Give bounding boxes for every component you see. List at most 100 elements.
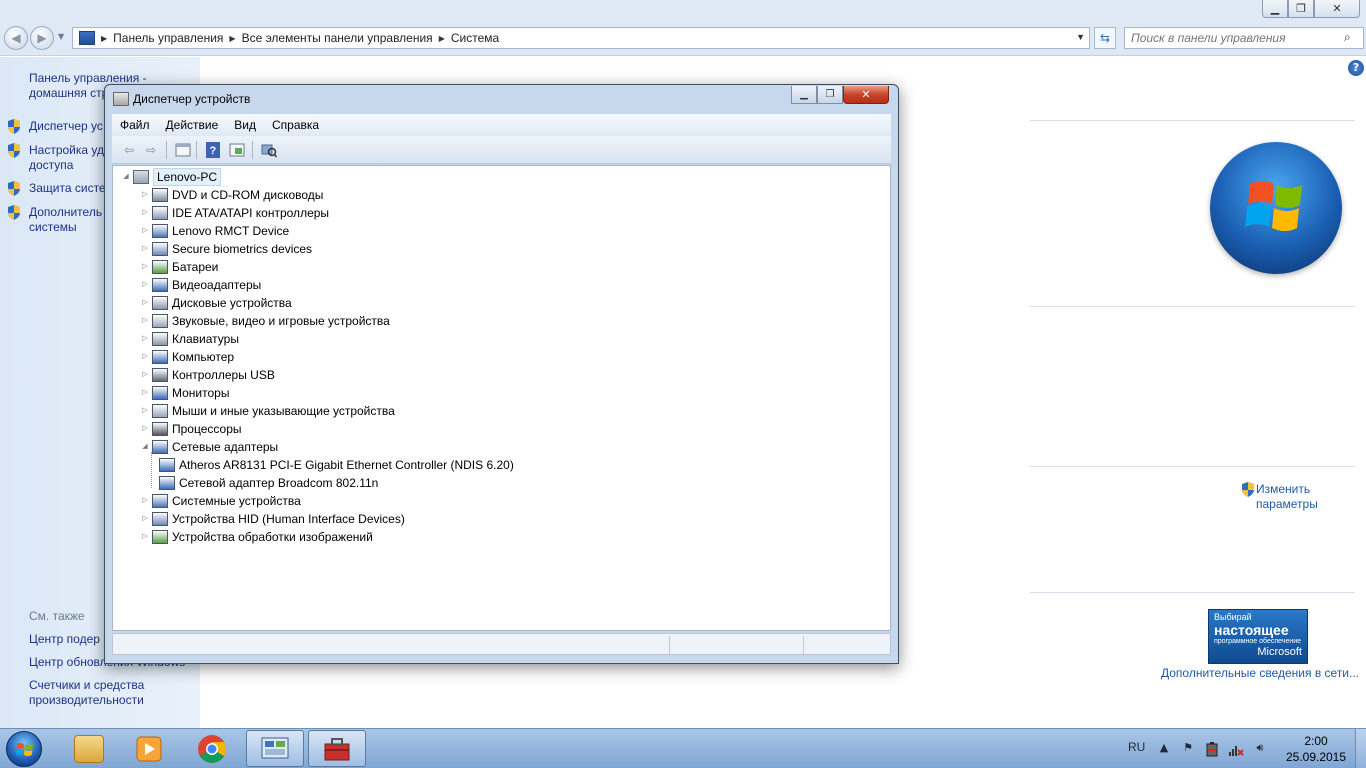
forward-button[interactable]: ▶ [30,26,54,50]
breadcrumb-control-panel[interactable]: Панель управления [109,31,227,45]
chevron-right-icon[interactable]: ▶ [437,34,447,43]
minimize-button[interactable]: ▁ [791,86,817,104]
tree-category-item[interactable]: ▷ Системные устройства [140,492,301,510]
change-settings-link[interactable]: Изменить параметры [1241,482,1326,512]
tree-category-item[interactable]: ▷ Lenovo RMCT Device [140,222,289,240]
tree-device-item[interactable]: Сетевой адаптер Broadcom 802.11n [159,474,378,492]
volume-icon[interactable]: 🔊︎ [1252,741,1268,757]
tree-category-item[interactable]: ▷ Видеоадаптеры [140,276,261,294]
scan-hardware-icon[interactable] [260,142,278,158]
back-button[interactable]: ◀ [4,26,28,50]
tree-category-item[interactable]: ▷ Процессоры [140,420,242,438]
chevron-right-icon[interactable]: ▶ [227,34,237,43]
expand-triangle-icon[interactable]: ▷ [140,276,150,294]
sidebar-item-device-manager[interactable]: Диспетчер ус [29,119,103,134]
expand-triangle-icon[interactable]: ▷ [140,366,150,384]
expand-triangle-icon[interactable]: ▷ [140,240,150,258]
taskbar-chrome[interactable] [183,730,241,767]
menu-action[interactable]: Действие [158,118,227,132]
start-button[interactable] [6,731,42,767]
genuine-microsoft-badge[interactable]: Выбирай настоящее программное обеспечени… [1208,609,1308,664]
expand-triangle-icon[interactable]: ▷ [140,258,150,276]
tree-device-item[interactable]: Atheros AR8131 PCI-E Gigabit Ethernet Co… [159,456,514,474]
minimize-button[interactable]: ▁ [1262,0,1288,18]
tree-category-item[interactable]: ▷ Мониторы [140,384,229,402]
sidebar-item-remote-settings[interactable]: Настройка уд доступа [29,143,109,173]
expand-triangle-icon[interactable]: ▷ [140,510,150,528]
breadcrumb-all-items[interactable]: Все элементы панели управления [238,31,437,45]
menu-view[interactable]: Вид [226,118,264,132]
tree-category-item[interactable]: ▷ Дисковые устройства [140,294,292,312]
battery-icon[interactable] [1204,741,1220,757]
refresh-button[interactable]: ⇆ [1094,27,1116,49]
tree-category-item[interactable]: ▷ Батареи [140,258,218,276]
breadcrumb-system[interactable]: Система [447,31,503,45]
collapse-triangle-icon[interactable]: ◢ [121,168,131,186]
expand-triangle-icon[interactable]: ▷ [140,330,150,348]
shield-icon [8,205,20,220]
network-disconnected-icon[interactable] [1228,741,1244,757]
expand-triangle-icon[interactable]: ▷ [140,402,150,420]
expand-triangle-icon[interactable]: ▷ [140,492,150,510]
taskbar-explorer[interactable] [60,730,118,767]
back-arrow-icon[interactable]: ⇦ [120,142,138,158]
shield-icon [8,143,20,158]
forward-arrow-icon[interactable]: ⇨ [142,142,160,158]
menu-file[interactable]: Файл [112,118,158,132]
tree-category-item[interactable]: ▷ Устройства обработки изображений [140,528,373,546]
sidebar-item-performance[interactable]: Счетчики и средства производительности [29,678,159,708]
device-manager-titlebar[interactable]: Диспетчер устройств ▁ ❐ ✕ [105,85,898,111]
properties-icon[interactable] [174,142,192,158]
search-icon[interactable]: ⌕ [1344,30,1351,45]
expand-triangle-icon[interactable]: ▷ [140,222,150,240]
view-icon[interactable] [228,142,246,158]
action-center-flag-icon[interactable]: ⚑ [1180,741,1196,757]
tree-category-item[interactable]: ◢ Сетевые адаптеры [140,438,278,456]
taskbar-media-player[interactable] [120,730,178,767]
collapse-triangle-icon[interactable]: ◢ [140,438,150,456]
tree-category-item[interactable]: ▷ Secure biometrics devices [140,240,312,258]
sidebar-item-system-protection[interactable]: Защита систе [29,181,106,196]
clock[interactable]: 2:00 25.09.2015 [1280,733,1352,765]
expand-triangle-icon[interactable]: ▷ [140,384,150,402]
windows-flag-icon [16,743,33,756]
tree-category-item[interactable]: ▷ Устройства HID (Human Interface Devices… [140,510,405,528]
expand-triangle-icon[interactable]: ▷ [140,348,150,366]
chevron-right-icon[interactable]: ▶ [99,34,109,43]
tree-category-item[interactable]: ▷ DVD и CD-ROM дисководы [140,186,323,204]
close-button[interactable]: ✕ [1314,0,1360,18]
taskbar-device-manager[interactable] [308,730,366,767]
search-input[interactable] [1124,27,1364,49]
tree-category-item[interactable]: ▷ Компьютер [140,348,234,366]
expand-triangle-icon[interactable]: ▷ [140,528,150,546]
close-button[interactable]: ✕ [843,86,889,104]
maximize-button[interactable]: ❐ [817,86,843,104]
tree-category-item[interactable]: ▷ Мыши и иные указывающие устройства [140,402,395,420]
taskbar-control-panel[interactable] [246,730,304,767]
help-icon[interactable]: ? [1348,60,1364,76]
tree-category-item[interactable]: ▷ Контроллеры USB [140,366,275,384]
address-bar[interactable]: ▶ Панель управления ▶ Все элементы панел… [72,27,1090,49]
tree-item-label: Мониторы [172,386,230,400]
tree-category-item[interactable]: ▷ Клавиатуры [140,330,239,348]
expand-triangle-icon[interactable]: ▷ [140,204,150,222]
history-dropdown-icon[interactable]: ▼ [58,32,64,41]
more-info-online-link[interactable]: Дополнительные сведения в сети... [1161,666,1359,680]
sidebar-item-advanced-settings[interactable]: Дополнитель системы [29,205,107,235]
tree-category-item[interactable]: ▷ IDE ATA/ATAPI контроллеры [140,204,329,222]
sidebar-item-support-center[interactable]: Центр подер [29,632,100,647]
expand-triangle-icon[interactable]: ▷ [140,294,150,312]
show-desktop-button[interactable] [1355,729,1366,768]
address-dropdown-icon[interactable]: ▼ [1076,32,1085,42]
maximize-button[interactable]: ❐ [1288,0,1314,18]
expand-triangle-icon[interactable]: ▷ [140,420,150,438]
tree-root-computer[interactable]: ◢ Lenovo-PC [121,168,222,186]
show-hidden-icons[interactable]: ▲ [1156,741,1172,757]
tree-category-item[interactable]: ▷ Звуковые, видео и игровые устройства [140,312,390,330]
language-indicator[interactable]: RU [1128,740,1145,754]
expand-triangle-icon[interactable]: ▷ [140,186,150,204]
help-icon[interactable]: ? [204,142,222,158]
device-tree[interactable]: ◢ Lenovo-PC ▷ DVD и CD-ROM дисководы ▷ IDE AT… [112,165,891,631]
expand-triangle-icon[interactable]: ▷ [140,312,150,330]
menu-help[interactable]: Справка [264,118,327,132]
